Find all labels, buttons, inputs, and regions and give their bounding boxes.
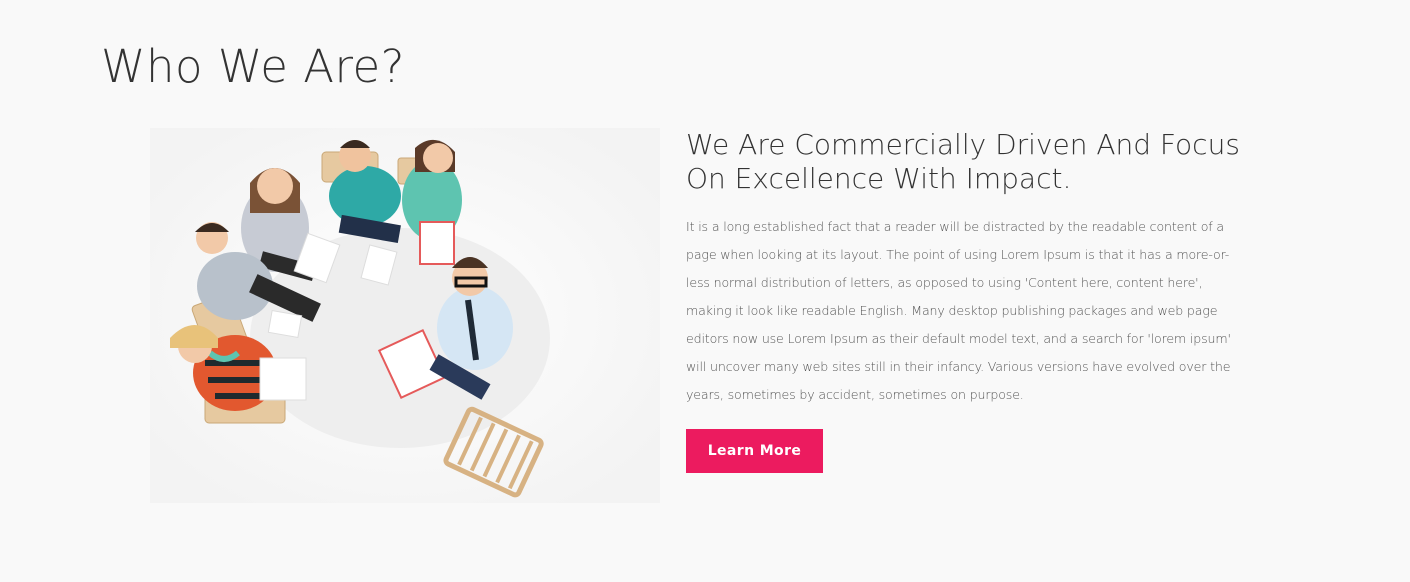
team-photo bbox=[150, 128, 660, 503]
about-headline: We Are Commercially Driven And Focus On … bbox=[686, 128, 1246, 196]
section-title: Who We Are? bbox=[101, 40, 406, 93]
about-headline-line2: On Excellence With Impact. bbox=[686, 162, 1072, 195]
learn-more-button[interactable]: Learn More bbox=[686, 429, 823, 473]
about-headline-line1: We Are Commercially Driven And Focus bbox=[686, 128, 1240, 161]
about-body: It is a long established fact that a rea… bbox=[686, 219, 1231, 402]
about-content: We Are Commercially Driven And Focus On … bbox=[686, 128, 1246, 473]
